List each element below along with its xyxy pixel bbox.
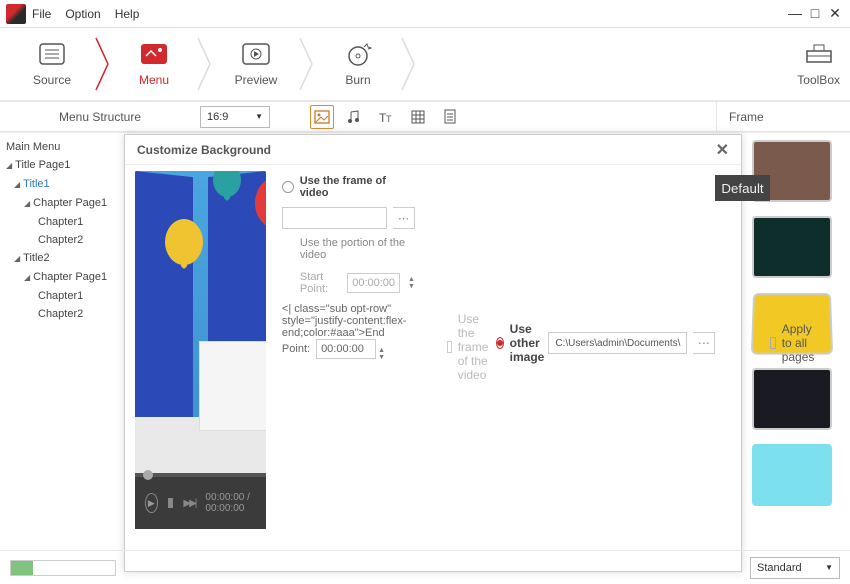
frame-heading: Frame (716, 102, 840, 132)
use-frame-radio[interactable] (282, 181, 294, 193)
tab-menu-label: Menu (112, 73, 196, 87)
image-path-field[interactable]: C:\Users\admin\Documents\ (548, 332, 687, 354)
start-point-field[interactable]: 00:00:00 (347, 273, 400, 293)
menu-option[interactable]: Option (65, 7, 100, 21)
tab-preview[interactable]: Preview (214, 41, 298, 87)
tree-chapter-page1b[interactable]: Chapter Page1 (24, 268, 116, 287)
tree-chapter1a[interactable]: Chapter1 (38, 213, 116, 231)
svg-text:T: T (386, 114, 392, 124)
use-portion-label: Use the portion of the video (300, 237, 415, 261)
tab-toolbox[interactable]: ToolBox (797, 41, 840, 87)
tab-preview-label: Preview (214, 73, 298, 87)
use-other-label: Use other image (510, 322, 549, 364)
play-button[interactable]: ▶ (145, 493, 158, 513)
image-tool-icon[interactable] (310, 105, 334, 129)
time-display: 00:00:00 / 00:00:00 (205, 492, 256, 514)
tree-chapter2b[interactable]: Chapter2 (38, 305, 116, 323)
tab-menu[interactable]: Menu (112, 41, 196, 87)
page-tool-icon[interactable] (438, 105, 462, 129)
standard-select[interactable]: Standard▼ (750, 557, 840, 579)
tab-burn-label: Burn (316, 73, 400, 87)
aspect-ratio-select[interactable]: 16:9▼ (200, 106, 270, 128)
maximize-button[interactable]: □ (808, 5, 822, 22)
progress-bar[interactable] (135, 473, 266, 477)
tree-title1[interactable]: Title1 (14, 175, 116, 194)
tree-chapter1b[interactable]: Chapter1 (38, 287, 116, 305)
stop-button[interactable] (168, 498, 174, 508)
menu-structure-label: Menu Structure (10, 110, 190, 124)
tab-source[interactable]: Source (10, 41, 94, 87)
preview-image (135, 171, 266, 477)
minimize-button[interactable]: — (788, 5, 802, 22)
menu-help[interactable]: Help (115, 7, 140, 21)
app-icon (6, 4, 26, 24)
apply-all-label: Apply to all pages (782, 322, 821, 364)
close-button[interactable]: ✕ (828, 5, 842, 22)
dialog-close-icon[interactable]: ✕ (716, 140, 729, 160)
tab-toolbox-label: ToolBox (797, 73, 840, 87)
default-button[interactable]: Default (715, 175, 769, 201)
menu-file[interactable]: File (32, 7, 51, 21)
tree-title2[interactable]: Title2 (14, 249, 116, 268)
music-tool-icon[interactable] (342, 105, 366, 129)
tab-burn[interactable]: Burn (316, 41, 400, 87)
end-point-field[interactable]: 00:00:00 (316, 339, 376, 359)
text-tool-icon[interactable]: TT (374, 105, 398, 129)
dialog-title: Customize Background (137, 143, 271, 157)
browse-video-button[interactable]: ⋯ (393, 207, 415, 229)
customize-background-dialog: Customize Background ✕ ▶ (124, 134, 742, 572)
tree-main-menu[interactable]: Main Menu (6, 138, 116, 156)
frame-of-video-check[interactable] (447, 341, 452, 353)
use-frame-label: Use the frame of video (300, 175, 415, 199)
menu-tree[interactable]: Main Menu Title Page1 Title1 Chapter Pag… (6, 138, 116, 323)
next-button[interactable]: ▶▶| (183, 498, 195, 509)
tab-source-label: Source (10, 73, 94, 87)
capacity-meter (10, 560, 116, 576)
tree-title-page1[interactable]: Title Page1 (6, 156, 116, 175)
browse-image-button[interactable]: ⋯ (693, 332, 715, 354)
grid-tool-icon[interactable] (406, 105, 430, 129)
tree-chapter2a[interactable]: Chapter2 (38, 231, 116, 249)
tree-chapter-page1a[interactable]: Chapter Page1 (24, 194, 116, 213)
apply-all-check[interactable] (770, 337, 776, 349)
use-other-radio[interactable] (496, 337, 504, 349)
frame-of-video-label: Use the frame of the video (458, 312, 496, 382)
start-point-label: Start Point: (300, 271, 335, 295)
video-path-field[interactable] (282, 207, 387, 229)
